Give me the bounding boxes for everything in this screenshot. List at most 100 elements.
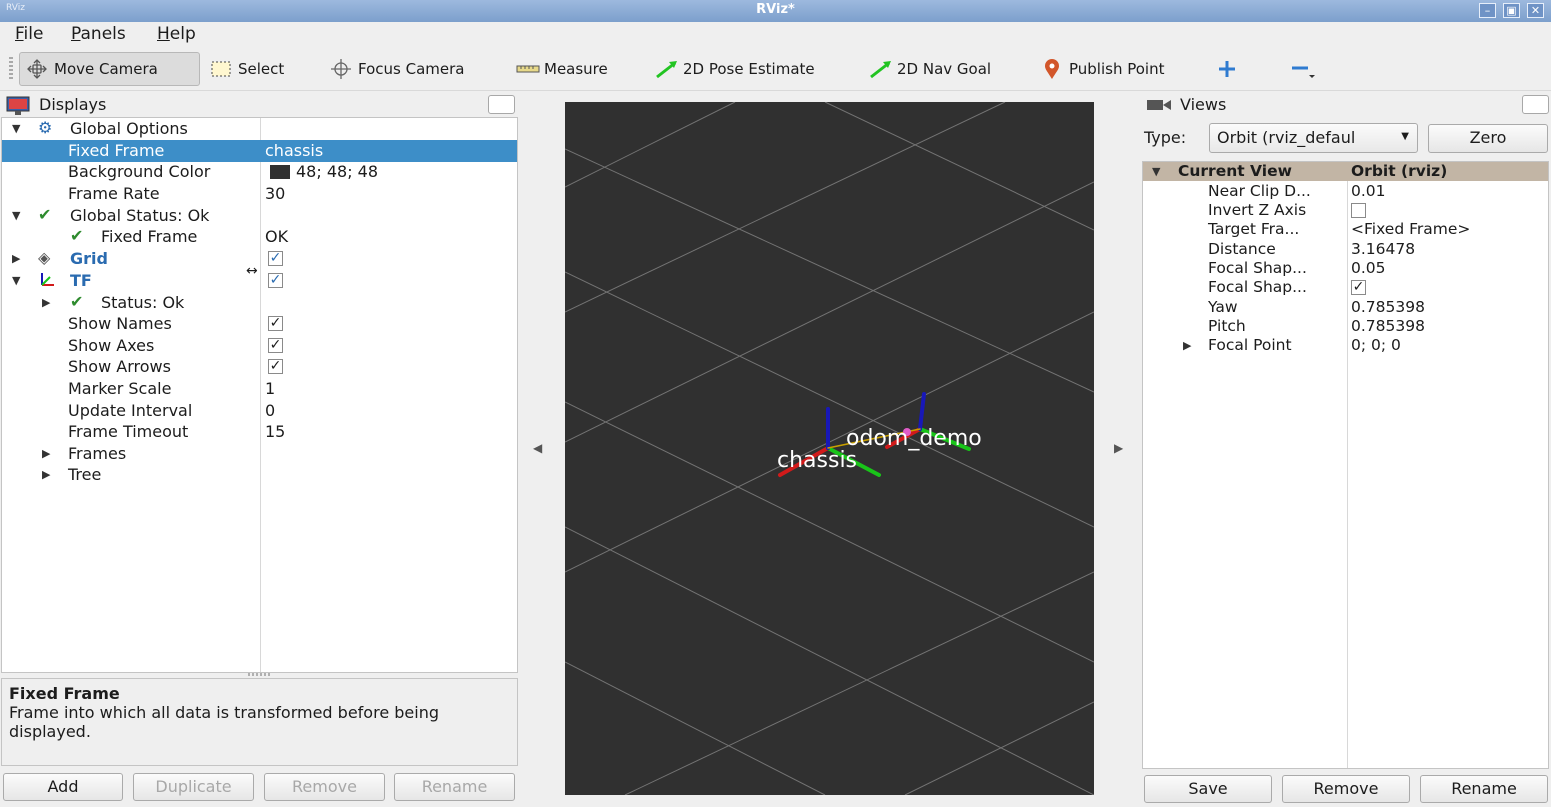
tree-row-target-frame[interactable]: Target Fra... <Fixed Frame> xyxy=(1143,220,1548,239)
save-view-button[interactable]: Save xyxy=(1144,775,1272,803)
scene-canvas: odom_demo chassis xyxy=(565,102,1094,795)
pose-estimate-button[interactable]: 2D Pose Estimate xyxy=(649,52,821,86)
remove-display-button[interactable]: Remove xyxy=(264,773,385,801)
duplicate-display-button[interactable]: Duplicate xyxy=(133,773,254,801)
menu-panels[interactable]: Panels xyxy=(71,24,126,44)
minimize-icon[interactable]: – xyxy=(1479,3,1496,18)
collapse-arrow-icon[interactable]: ▶ xyxy=(1183,339,1191,352)
remove-view-button[interactable]: Remove xyxy=(1282,775,1410,803)
menu-help[interactable]: Help xyxy=(157,24,196,44)
row-label: Focal Point xyxy=(1208,336,1292,354)
tree-row-global-options[interactable]: ▼ ⚙ Global Options xyxy=(2,118,517,140)
focal-shape-size-value[interactable]: 0.05 xyxy=(1351,259,1386,277)
expand-arrow-icon[interactable]: ▼ xyxy=(1152,165,1160,178)
tree-row-focal-shape-size[interactable]: Focal Shap... 0.05 xyxy=(1143,259,1548,278)
focal-shape-fixed-checkbox[interactable]: ✓ xyxy=(1351,280,1366,295)
near-clip-value[interactable]: 0.01 xyxy=(1351,182,1386,200)
chevron-down-icon: ▼ xyxy=(1401,131,1409,142)
tf-enable-checkbox[interactable]: ✓ xyxy=(268,273,283,288)
show-names-checkbox[interactable]: ✓ xyxy=(268,316,283,331)
grid-enable-checkbox[interactable]: ✓ xyxy=(268,251,283,266)
tree-row-global-status[interactable]: ▼ ✔ Global Status: Ok xyxy=(2,205,517,227)
maximize-icon[interactable]: ▣ xyxy=(1503,3,1520,18)
tree-row-update-interval[interactable]: Update Interval 0 xyxy=(2,400,517,422)
tree-row-pitch[interactable]: Pitch 0.785398 xyxy=(1143,317,1548,336)
collapse-arrow-icon[interactable]: ▶ xyxy=(42,468,50,481)
tree-row-fixed-frame[interactable]: Fixed Frame chassis xyxy=(2,140,517,162)
show-axes-checkbox[interactable]: ✓ xyxy=(268,338,283,353)
row-label: Focal Shap... xyxy=(1208,278,1307,296)
tree-row-status-fixed-frame[interactable]: ✔ Fixed Frame OK xyxy=(2,226,517,248)
tree-row-tf[interactable]: ▼ TF ✓ xyxy=(2,270,517,292)
row-label: Show Axes xyxy=(68,336,155,355)
expand-arrow-icon[interactable]: ▼ xyxy=(12,122,20,135)
tree-row-yaw[interactable]: Yaw 0.785398 xyxy=(1143,298,1548,317)
tree-row-distance[interactable]: Distance 3.16478 xyxy=(1143,240,1548,259)
tree-row-invert-z[interactable]: Invert Z Axis xyxy=(1143,201,1548,220)
select-button[interactable]: Select xyxy=(204,52,290,86)
row-label: Fixed Frame xyxy=(68,141,165,160)
show-arrows-checkbox[interactable]: ✓ xyxy=(268,359,283,374)
green-arrow-icon xyxy=(655,58,677,80)
collapse-arrow-icon[interactable]: ▶ xyxy=(12,252,20,265)
marker-scale-value[interactable]: 1 xyxy=(265,379,275,398)
focal-point-value[interactable]: 0; 0; 0 xyxy=(1351,336,1401,354)
measure-button[interactable]: Measure xyxy=(510,52,614,86)
displays-float-button[interactable] xyxy=(488,95,515,114)
publish-point-button[interactable]: Publish Point xyxy=(1035,52,1170,86)
tree-row-marker-scale[interactable]: Marker Scale 1 xyxy=(2,378,517,400)
move-camera-button[interactable]: Move Camera xyxy=(19,52,200,86)
view-type-select[interactable]: Orbit (rviz_defaul ▼ xyxy=(1209,123,1418,153)
tree-row-show-axes[interactable]: Show Axes ✓ xyxy=(2,335,517,357)
tree-row-frame-rate[interactable]: Frame Rate 30 xyxy=(2,183,517,205)
tree-row-show-arrows[interactable]: Show Arrows ✓ xyxy=(2,356,517,378)
tree-row-grid[interactable]: ▶ ◈ Grid ✓ xyxy=(2,248,517,270)
tree-row-focal-shape-fixed[interactable]: Focal Shap... ✓ xyxy=(1143,278,1548,297)
background-color-value[interactable]: 48; 48; 48 xyxy=(296,162,378,181)
collapse-left-arrow-icon[interactable]: ◀ xyxy=(533,441,542,455)
render-viewport[interactable]: odom_demo chassis xyxy=(565,102,1094,795)
zero-button[interactable]: Zero xyxy=(1428,124,1548,153)
nav-goal-button[interactable]: 2D Nav Goal xyxy=(863,52,997,86)
focus-camera-button[interactable]: Focus Camera xyxy=(324,52,470,86)
row-label: Invert Z Axis xyxy=(1208,201,1307,219)
frame-rate-value[interactable]: 30 xyxy=(265,184,285,203)
tree-row-near-clip[interactable]: Near Clip D... 0.01 xyxy=(1143,182,1548,201)
pitch-value[interactable]: 0.785398 xyxy=(1351,317,1425,335)
distance-value[interactable]: 3.16478 xyxy=(1351,240,1415,258)
tree-row-current-view[interactable]: ▼ Current View Orbit (rviz) xyxy=(1143,162,1548,182)
rename-view-button[interactable]: Rename xyxy=(1420,775,1548,803)
tree-row-tf-status[interactable]: ▶ ✔ Status: Ok xyxy=(2,292,517,314)
tree-row-focal-point[interactable]: ▶ Focal Point 0; 0; 0 xyxy=(1143,336,1548,355)
collapse-arrow-icon[interactable]: ▶ xyxy=(42,447,50,460)
add-display-button[interactable]: Add xyxy=(3,773,123,801)
add-tool-button[interactable] xyxy=(1210,52,1244,86)
toolbar-grip[interactable] xyxy=(9,57,13,81)
expand-arrow-icon[interactable]: ▼ xyxy=(12,274,20,287)
remove-tool-button[interactable] xyxy=(1283,52,1317,86)
fixed-frame-value[interactable]: chassis xyxy=(265,141,323,160)
invert-z-checkbox[interactable] xyxy=(1351,203,1366,218)
update-interval-value[interactable]: 0 xyxy=(265,401,275,420)
move-camera-icon xyxy=(26,58,48,80)
tree-row-frames[interactable]: ▶ Frames xyxy=(2,443,517,465)
color-swatch[interactable] xyxy=(270,165,290,179)
collapse-right-arrow-icon[interactable]: ▶ xyxy=(1114,441,1123,455)
select-label: Select xyxy=(238,60,285,78)
views-float-button[interactable] xyxy=(1522,95,1549,114)
target-frame-value[interactable]: <Fixed Frame> xyxy=(1351,220,1470,238)
close-icon[interactable]: ✕ xyxy=(1527,3,1544,18)
frame-timeout-value[interactable]: 15 xyxy=(265,422,285,441)
tree-row-frame-timeout[interactable]: Frame Timeout 15 xyxy=(2,421,517,443)
views-tree[interactable]: ▼ Current View Orbit (rviz) Near Clip D.… xyxy=(1142,161,1549,769)
expand-arrow-icon[interactable]: ▼ xyxy=(12,209,20,222)
collapse-arrow-icon[interactable]: ▶ xyxy=(42,296,50,309)
tree-row-show-names[interactable]: Show Names ✓ xyxy=(2,313,517,335)
menu-file[interactable]: File xyxy=(15,24,43,44)
rename-display-button[interactable]: Rename xyxy=(394,773,515,801)
tree-row-tree[interactable]: ▶ Tree xyxy=(2,464,517,486)
displays-tree[interactable]: ▼ ⚙ Global Options Fixed Frame chassis B… xyxy=(1,117,518,673)
yaw-value[interactable]: 0.785398 xyxy=(1351,298,1425,316)
splitter-handle[interactable] xyxy=(248,673,272,676)
tree-row-background-color[interactable]: Background Color 48; 48; 48 xyxy=(2,161,517,183)
